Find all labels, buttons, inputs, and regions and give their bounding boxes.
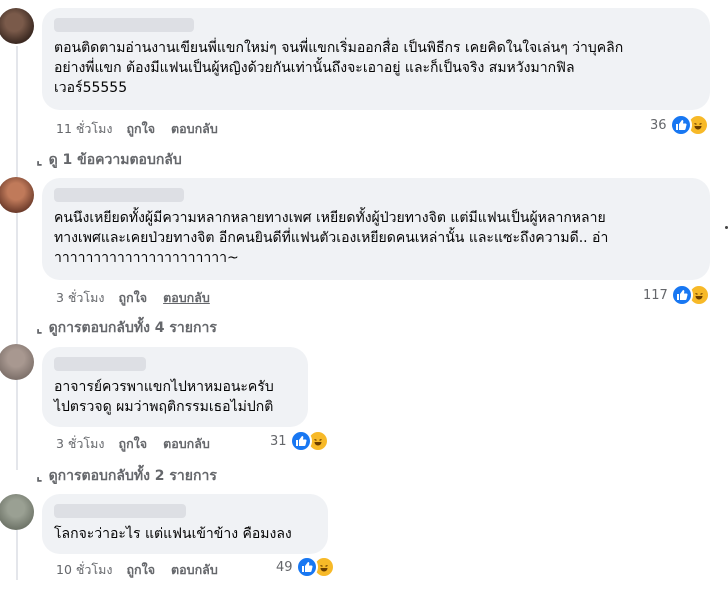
comment-timestamp[interactable]: 3 ชั่วโมง [56,434,105,454]
reply-button[interactable]: ตอบกลับ [171,119,218,139]
reaction-summary[interactable]: 36 [650,114,709,136]
reply-button[interactable]: ตอบกลับ [163,434,210,454]
comment-bubble: ตอนติดตามอ่านงานเขียนพี่แขกใหม่ๆ จนพี่แข… [42,8,710,110]
reply-button[interactable]: ตอบกลับ [163,288,210,308]
reaction-summary[interactable]: 31 [270,430,329,452]
thread-line [16,210,18,470]
comment-actions: 3 ชั่วโมง ถูกใจ ตอบกลับ [56,288,226,308]
comment-actions: 11 ชั่วโมง ถูกใจ ตอบกลับ [56,119,234,139]
view-replies-link[interactable]: ⌞ ดูการตอบกลับทั้ง 4 รายการ [36,317,217,339]
reaction-count: 117 [643,287,668,303]
reaction-count: 49 [276,559,293,575]
comment-actions: 3 ชั่วโมง ถูกใจ ตอบกลับ [56,434,226,454]
thread-line [16,530,18,580]
like-button[interactable]: ถูกใจ [126,119,155,139]
reaction-count: 31 [270,433,287,449]
reply-arrow-icon: ⌞ [36,320,43,336]
comment-timestamp[interactable]: 11 ชั่วโมง [56,119,112,139]
avatar[interactable] [0,8,34,44]
comment-text: ตอนติดตามอ่านงานเขียนพี่แขกใหม่ๆ จนพี่แข… [54,40,624,96]
thread-line [16,46,18,186]
author-name-redacted[interactable] [54,504,186,518]
like-reaction-icon [670,284,693,306]
comment-text: คนนึงเหยียดทั้งผู้มีความหลากหลายทางเพศ เ… [54,210,609,266]
view-replies-label: ดู 1 ข้อความตอบกลับ [48,152,182,168]
comment-bubble: คนนึงเหยียดทั้งผู้มีความหลากหลายทางเพศ เ… [42,178,710,280]
reply-button[interactable]: ตอบกลับ [171,560,218,580]
reaction-summary[interactable]: 49 [276,556,335,578]
comment-timestamp[interactable]: 10 ชั่วโมง [56,560,112,580]
comment-bubble: โลกจะว่าอะไร แต่แฟนเข้าข้าง คือมงลง [42,494,328,554]
view-replies-label: ดูการตอบกลับทั้ง 2 รายการ [48,468,217,484]
avatar[interactable] [0,344,34,380]
reply-arrow-icon: ⌞ [36,468,43,484]
view-replies-link[interactable]: ⌞ ดูการตอบกลับทั้ง 2 รายการ [36,465,217,487]
view-replies-link[interactable]: ⌞ ดู 1 ข้อความตอบกลับ [36,149,182,171]
comment-actions: 10 ชั่วโมง ถูกใจ ตอบกลับ [56,560,234,580]
like-reaction-icon [295,556,318,578]
comment-text: อาจารย์ควรพาแขกไปหาหมอนะครับ ไปตรวจดู ผม… [54,379,274,415]
like-button[interactable]: ถูกใจ [126,560,155,580]
like-reaction-icon [669,114,692,136]
reply-arrow-icon: ⌞ [36,152,43,168]
avatar[interactable] [0,177,34,213]
reaction-count: 36 [650,117,667,133]
avatar[interactable] [0,494,34,530]
comment-timestamp[interactable]: 3 ชั่วโมง [56,288,105,308]
like-reaction-icon [289,430,312,452]
comment-bubble: อาจารย์ควรพาแขกไปหาหมอนะครับ ไปตรวจดู ผม… [42,347,308,427]
view-replies-label: ดูการตอบกลับทั้ง 4 รายการ [48,320,217,336]
author-name-redacted[interactable] [54,188,184,202]
author-name-redacted[interactable] [54,357,146,371]
comment-text: โลกจะว่าอะไร แต่แฟนเข้าข้าง คือมงลง [54,526,292,542]
author-name-redacted[interactable] [54,18,194,32]
like-button[interactable]: ถูกใจ [119,434,148,454]
like-button[interactable]: ถูกใจ [119,288,148,308]
reaction-summary[interactable]: 117 [643,284,710,306]
